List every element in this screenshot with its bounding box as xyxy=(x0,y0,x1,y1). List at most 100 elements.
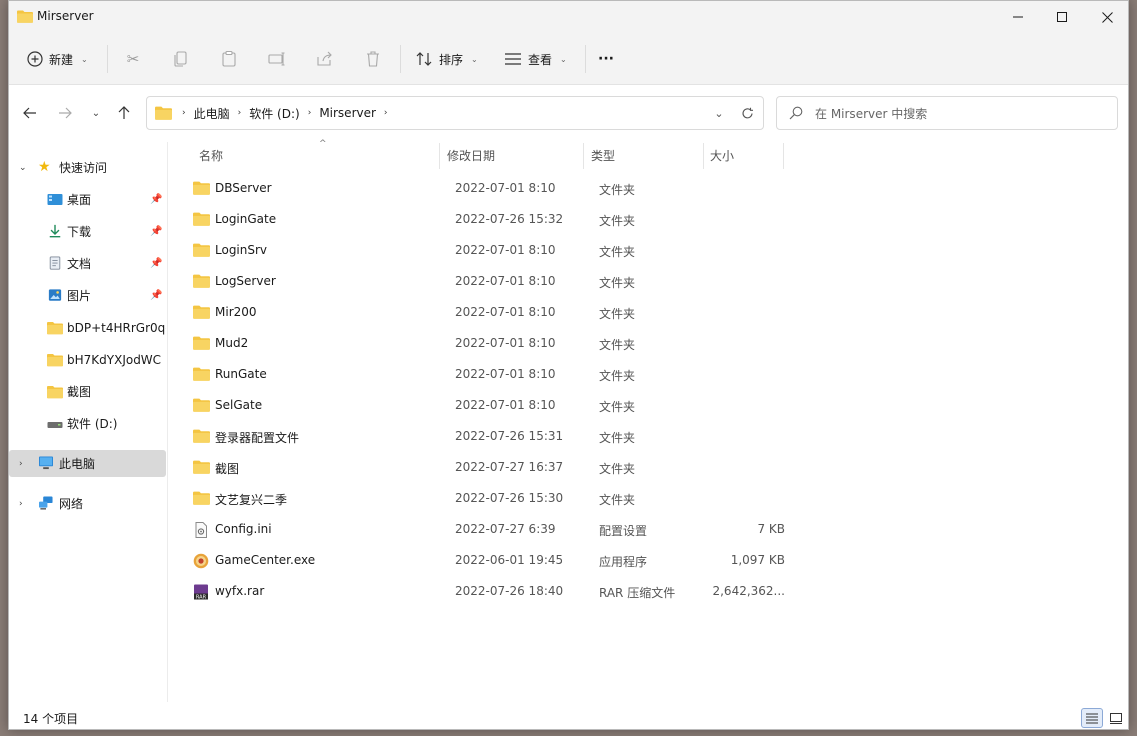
file-type: 文件夹 xyxy=(599,276,636,290)
close-button[interactable] xyxy=(1084,1,1128,33)
column-header-date[interactable]: 修改日期 xyxy=(447,140,495,170)
column-divider[interactable] xyxy=(439,143,440,169)
file-modified-date: 2022-07-26 18:40 xyxy=(455,584,564,598)
forward-button[interactable] xyxy=(53,102,77,124)
large-icons-view-button[interactable] xyxy=(1105,708,1127,728)
chevron-down-icon: ⌄ xyxy=(560,54,567,64)
file-name: GameCenter.exe xyxy=(215,553,316,567)
toolbar-divider xyxy=(585,45,586,73)
copy-button[interactable] xyxy=(170,47,192,71)
paste-button[interactable] xyxy=(218,47,240,71)
folder-icon xyxy=(193,305,210,320)
refresh-button[interactable] xyxy=(735,97,759,129)
pin-icon: 📌 xyxy=(150,226,163,237)
exe-icon xyxy=(193,553,210,569)
toolbar-divider xyxy=(107,45,108,73)
file-modified-date: 2022-07-26 15:31 xyxy=(455,429,564,443)
maximize-button[interactable] xyxy=(1039,1,1085,33)
sidebar-item-this-pc[interactable]: › 此电脑 xyxy=(9,450,166,477)
sidebar-item-label: 网络 xyxy=(59,497,84,511)
sidebar-item-documents[interactable]: 文档 📌 xyxy=(9,250,166,277)
view-icon xyxy=(505,53,521,65)
file-row[interactable]: Mud2 2022-07-01 8:10 文件夹 xyxy=(185,328,795,359)
file-row[interactable]: GameCenter.exe 2022-06-01 19:45 应用程序 1,097 … xyxy=(185,545,795,576)
file-name: Mud2 xyxy=(215,336,249,350)
sidebar-item-drive-d[interactable]: 软件 (D:) xyxy=(9,410,166,437)
sidebar-item-label: 桌面 xyxy=(67,193,92,207)
share-button[interactable] xyxy=(314,47,336,71)
sidebar-item-pictures[interactable]: 图片 📌 xyxy=(9,282,166,309)
breadcrumb-separator-icon: › xyxy=(383,108,388,118)
column-divider[interactable] xyxy=(703,143,704,169)
file-modified-date: 2022-07-27 6:39 xyxy=(455,522,556,536)
file-type: 文件夹 xyxy=(599,431,636,445)
sidebar-item-label: 图片 xyxy=(67,289,92,303)
file-row[interactable]: RAR wyfx.rar 2022-07-26 18:40 RAR 压缩文件 2,642… xyxy=(185,576,795,607)
copy-icon xyxy=(174,51,187,67)
file-modified-date: 2022-07-26 15:32 xyxy=(455,212,564,226)
status-bar: 14 个项目 xyxy=(9,705,1128,729)
cut-button[interactable]: ✂ xyxy=(122,47,144,71)
sidebar-quick-access[interactable]: ⌄ ★ 快速访问 xyxy=(9,154,166,181)
sidebar-item-desktop[interactable]: 桌面 📌 xyxy=(9,186,166,213)
file-row[interactable]: RunGate 2022-07-01 8:10 文件夹 xyxy=(185,359,795,390)
column-divider[interactable] xyxy=(783,143,784,169)
up-button[interactable] xyxy=(112,102,136,124)
toolbar-divider xyxy=(400,45,401,73)
file-row[interactable]: SelGate 2022-07-01 8:10 文件夹 xyxy=(185,390,795,421)
recent-locations-button[interactable]: ⌄ xyxy=(84,102,108,124)
file-name: Mir200 xyxy=(215,305,257,319)
chevron-down-icon: ⌄ xyxy=(19,162,27,173)
file-name: LoginSrv xyxy=(215,243,268,257)
file-name: LogServer xyxy=(215,274,276,288)
explorer-window: Mirserver 新建 ⌄ ✂ 排序 ⌄ 查看 ⌄ ··· ⌄ › 此电脑 ›… xyxy=(8,0,1129,730)
details-view-button[interactable] xyxy=(1081,708,1103,728)
download-icon xyxy=(49,224,61,238)
sort-ascending-icon: ^ xyxy=(319,139,327,149)
breadcrumb-mirserver[interactable]: Mirserver xyxy=(319,106,376,120)
file-row[interactable]: 文艺复兴二季 2022-07-26 15:30 文件夹 xyxy=(185,483,795,514)
file-row[interactable]: Mir200 2022-07-01 8:10 文件夹 xyxy=(185,297,795,328)
column-header-size[interactable]: 大小 xyxy=(710,140,734,170)
file-row[interactable]: Config.ini 2022-07-27 6:39 配置设置 7 KB xyxy=(185,514,795,545)
file-modified-date: 2022-07-01 8:10 xyxy=(455,243,556,257)
sidebar-item-folder[interactable]: bH7KdYXJodWC xyxy=(9,346,166,373)
address-bar[interactable]: › 此电脑 › 软件 (D:) › Mirserver › ⌄ xyxy=(146,96,764,130)
breadcrumb-drive-d[interactable]: 软件 (D:) xyxy=(249,105,299,122)
column-header-name[interactable]: 名称 xyxy=(199,140,223,170)
view-button[interactable]: 查看 ⌄ xyxy=(504,47,567,71)
minimize-button[interactable] xyxy=(995,1,1041,33)
column-divider[interactable] xyxy=(583,143,584,169)
sort-button[interactable]: 排序 ⌄ xyxy=(415,47,478,71)
sidebar-item-network[interactable]: › 网络 xyxy=(9,490,166,517)
delete-button[interactable] xyxy=(362,47,384,71)
file-row[interactable]: LoginGate 2022-07-26 15:32 文件夹 xyxy=(185,204,795,235)
sidebar-quick-access-label: 快速访问 xyxy=(59,161,108,175)
chevron-down-icon: ⌄ xyxy=(81,54,88,64)
file-modified-date: 2022-07-01 8:10 xyxy=(455,305,556,319)
sort-label: 排序 xyxy=(439,52,464,67)
sidebar-item-downloads[interactable]: 下载 📌 xyxy=(9,218,166,245)
more-options-button[interactable]: ··· xyxy=(598,47,614,71)
address-history-button[interactable]: ⌄ xyxy=(707,97,731,129)
back-button[interactable] xyxy=(18,102,42,124)
new-button[interactable]: 新建 ⌄ xyxy=(27,47,88,71)
file-row[interactable]: LoginSrv 2022-07-01 8:10 文件夹 xyxy=(185,235,795,266)
search-input[interactable]: 在 Mirserver 中搜索 xyxy=(776,96,1118,130)
file-name: RunGate xyxy=(215,367,267,381)
rar-icon: RAR xyxy=(193,584,210,601)
rename-button[interactable] xyxy=(266,47,288,71)
pin-icon: 📌 xyxy=(150,258,163,269)
folder-icon xyxy=(193,212,210,227)
sidebar-item-folder[interactable]: bDP+t4HRrGr0qd xyxy=(9,314,166,341)
sidebar-item-screenshots[interactable]: 截图 xyxy=(9,378,166,405)
column-header-type[interactable]: 类型 xyxy=(591,140,615,170)
file-row[interactable]: DBServer 2022-07-01 8:10 文件夹 xyxy=(185,173,795,204)
file-row[interactable]: LogServer 2022-07-01 8:10 文件夹 xyxy=(185,266,795,297)
file-row[interactable]: 截图 2022-07-27 16:37 文件夹 xyxy=(185,452,795,483)
file-size: 2,642,362... xyxy=(712,584,785,598)
file-row[interactable]: 登录器配置文件 2022-07-26 15:31 文件夹 xyxy=(185,421,795,452)
file-modified-date: 2022-07-27 16:37 xyxy=(455,460,564,474)
breadcrumb-this-pc[interactable]: 此电脑 xyxy=(194,105,230,122)
view-label: 查看 xyxy=(528,52,553,67)
